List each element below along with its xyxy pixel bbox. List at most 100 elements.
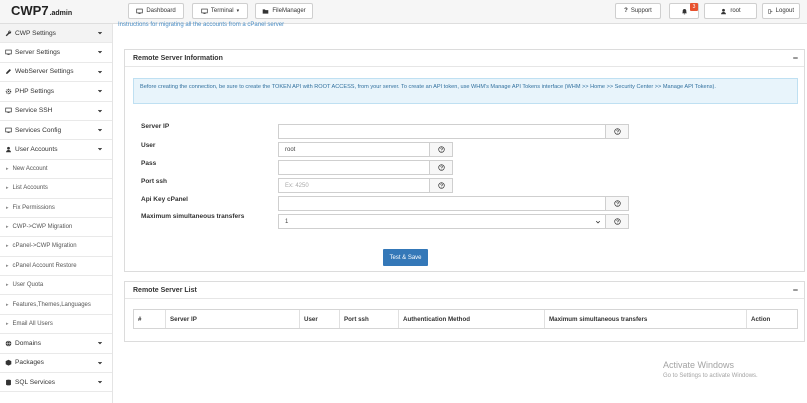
monitor-icon — [4, 49, 12, 57]
sidebar-subitem-user-quota[interactable]: ▸ User Quota — [0, 276, 112, 296]
sidebar-item-services-config[interactable]: Services Config — [0, 121, 112, 141]
monitor-icon — [4, 107, 12, 115]
sidebar-subitem-fix-permissions[interactable]: ▸ Fix Permissions — [0, 199, 112, 218]
sidebar-subitem-cpanel-migration[interactable]: ▸ cPanel->CWP Migration — [0, 237, 112, 257]
pencil-icon — [4, 68, 12, 76]
pass-input[interactable] — [278, 160, 430, 175]
panel-header: Remote Server Information — [125, 50, 804, 67]
user-icon — [4, 146, 12, 154]
port-ssh-help-button[interactable] — [429, 178, 453, 193]
question-circle-icon — [613, 200, 621, 207]
sidebar-item-cwp-settings[interactable]: CWP Settings — [0, 24, 112, 44]
server-ip-input[interactable] — [278, 124, 606, 139]
panel-header: Remote Server List — [125, 282, 804, 299]
question-circle-icon — [613, 218, 621, 225]
sidebar-item-packages[interactable]: Packages — [0, 354, 112, 374]
monitor-icon — [201, 8, 208, 14]
minimize-icon[interactable]: − — [793, 285, 798, 295]
sidebar-subitem-cpanel-restore[interactable]: ▸ cPanel Account Restore — [0, 257, 112, 277]
table-header-cell: Server IP — [166, 310, 300, 328]
sidebar-item-php-settings[interactable]: PHP Settings — [0, 82, 112, 102]
logout-icon — [768, 8, 773, 14]
table-header-cell: User — [300, 310, 340, 328]
chevron-down-icon — [97, 148, 103, 151]
arrow-right-icon: ▸ — [6, 262, 9, 269]
port-ssh-input[interactable]: Ex: 4250 — [278, 178, 430, 193]
table-header-cell: Port ssh — [340, 310, 399, 328]
arrow-right-icon: ▸ — [6, 185, 9, 192]
box-icon — [4, 359, 12, 367]
max-transfers-help-button[interactable] — [605, 214, 629, 229]
chevron-down-icon — [595, 220, 601, 224]
database-icon — [4, 378, 12, 386]
question-circle-icon — [613, 128, 621, 135]
arrow-right-icon: ▸ — [6, 224, 9, 231]
arrow-right-icon: ▸ — [6, 165, 9, 172]
wrench-icon — [4, 29, 12, 37]
question-icon: ? — [624, 8, 628, 14]
port-ssh-label: Port ssh — [141, 178, 168, 185]
sidebar-item-user-accounts[interactable]: User Accounts — [0, 140, 112, 160]
chevron-down-icon — [97, 342, 103, 345]
minimize-icon[interactable]: − — [793, 53, 798, 63]
user-label: User — [141, 142, 156, 149]
monitor-icon — [136, 8, 143, 14]
globe-icon — [4, 339, 12, 347]
chevron-down-icon — [97, 70, 103, 74]
arrow-right-icon: ▸ — [6, 204, 9, 211]
api-key-help-button[interactable] — [605, 196, 629, 211]
sidebar-subitem-cwp-migration[interactable]: ▸ CWP->CWP Migration — [0, 218, 112, 238]
user-input[interactable]: root — [278, 142, 430, 157]
sidebar-item-service-ssh[interactable]: Service SSH — [0, 102, 112, 121]
max-transfers-select[interactable]: 1 — [278, 214, 606, 229]
dashboard-button[interactable]: Dashboard — [128, 3, 184, 19]
server-ip-label: Server IP — [141, 123, 170, 130]
sidebar-item-server-settings[interactable]: Server Settings — [0, 43, 112, 63]
arrow-right-icon: ▸ — [6, 321, 9, 328]
sidebar-subitem-email-all-users[interactable]: ▸ Email All Users — [0, 315, 112, 335]
notifications-badge: 3 — [690, 3, 698, 11]
api-key-label: Api Key cPanel — [141, 196, 188, 203]
sidebar-subitem-list-accounts[interactable]: ▸ List Accounts — [0, 179, 112, 199]
table-header-cell: Maximum simultaneous transfers — [545, 310, 747, 328]
question-circle-icon — [437, 146, 445, 153]
filemanager-button[interactable]: FileManager — [255, 3, 313, 19]
chevron-down-icon — [97, 51, 103, 54]
sidebar-item-webserver-settings[interactable]: WebServer Settings — [0, 63, 112, 83]
instructions-link[interactable]: Instructions for migrating all the accou… — [118, 22, 284, 28]
sidebar-subitem-features[interactable]: ▸ Features,Themes,Languages — [0, 295, 112, 315]
remote-server-list-panel: Remote Server List − # Server IP User Po… — [124, 281, 805, 342]
token-info-alert: Before creating the connection, be sure … — [133, 78, 798, 104]
remote-server-info-panel: Remote Server Information − Before creat… — [124, 49, 805, 272]
caret-down-icon: ▾ — [236, 8, 240, 14]
chevron-down-icon — [97, 380, 103, 384]
chevron-down-icon — [97, 90, 103, 93]
user-help-button[interactable] — [429, 142, 453, 157]
chevron-down-icon — [97, 128, 103, 132]
question-circle-icon — [437, 164, 445, 171]
chevron-down-icon — [97, 109, 103, 112]
max-transfers-label: Maximum simultaneous transfers — [141, 213, 245, 220]
chevron-down-icon — [97, 361, 103, 364]
table-header-cell: Authentication Method — [399, 310, 545, 328]
user-menu-button[interactable]: root — [704, 3, 757, 19]
table-header-cell: Action — [751, 315, 771, 323]
sidebar-item-sql-services[interactable]: SQL Services — [0, 373, 112, 393]
folder-icon — [263, 8, 269, 14]
gear-icon — [4, 87, 12, 95]
terminal-button[interactable]: Terminal ▾ — [192, 3, 248, 19]
table-header-cell: # — [134, 310, 166, 328]
server-ip-help-button[interactable] — [605, 124, 629, 139]
arrow-right-icon: ▸ — [6, 243, 9, 250]
sidebar-item-domains[interactable]: Domains — [0, 334, 112, 354]
pass-label: Pass — [141, 160, 157, 167]
pass-help-button[interactable] — [429, 160, 453, 175]
monitor-icon — [4, 126, 12, 134]
logout-button[interactable]: Logout — [762, 3, 800, 19]
brand-logo[interactable]: CWP7.admin — [11, 3, 72, 18]
support-button[interactable]: ? Support — [615, 3, 661, 19]
sidebar: CWP Settings Server Settings WebServer S… — [0, 24, 113, 403]
api-key-input[interactable] — [278, 196, 606, 211]
sidebar-subitem-new-account[interactable]: ▸ New Account — [0, 160, 112, 180]
test-save-button[interactable]: Test & Save — [383, 249, 428, 266]
